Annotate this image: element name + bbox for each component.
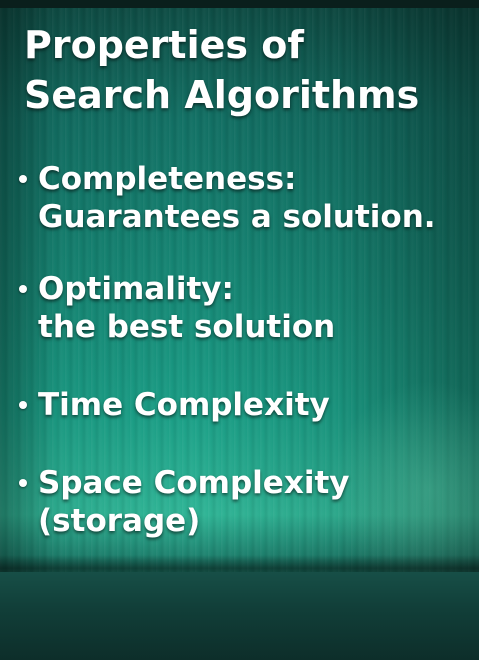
bullet-heading: Optimality: <box>38 271 234 307</box>
bullet-space-complexity: Space Complexity (storage) <box>16 464 471 540</box>
title-line-1: Properties of <box>24 23 304 67</box>
bullet-dot-icon <box>19 401 27 409</box>
title-line-2: Search Algorithms <box>24 73 420 117</box>
bullet-heading: Completeness: <box>38 161 297 197</box>
bullet-optimality: Optimality: the best solution <box>16 270 471 346</box>
bullet-detail: (storage) <box>38 503 201 539</box>
slide-title: Properties of Search Algorithms <box>24 20 464 120</box>
bullet-detail: Guarantees a solution. <box>38 199 436 235</box>
bullet-heading: Time Complexity <box>38 387 330 423</box>
bullet-list: Completeness: Guarantees a solution. Opt… <box>16 160 471 540</box>
bullet-heading: Space Complexity <box>38 465 350 501</box>
bullet-completeness: Completeness: Guarantees a solution. <box>16 160 471 236</box>
bullet-dot-icon <box>19 479 27 487</box>
bullet-dot-icon <box>19 175 27 183</box>
bullet-time-complexity: Time Complexity <box>16 386 471 424</box>
bullet-dot-icon <box>19 285 27 293</box>
bullet-detail: the best solution <box>38 309 336 345</box>
slide-content: Properties of Search Algorithms Complete… <box>0 0 479 660</box>
